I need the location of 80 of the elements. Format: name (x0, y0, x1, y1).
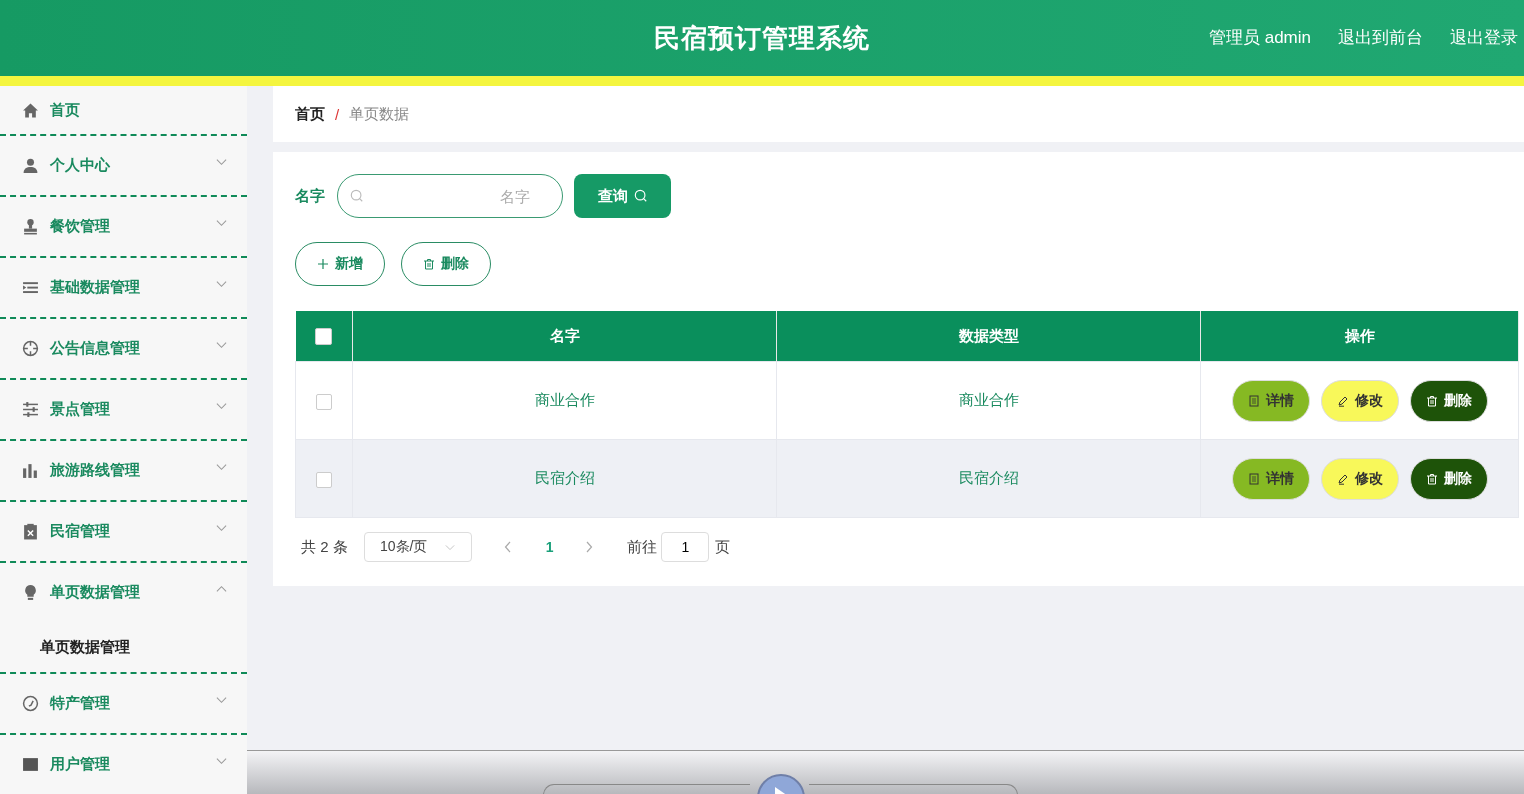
page-input[interactable]: 1 (661, 532, 710, 562)
chevron-icon (216, 695, 227, 704)
field-label: 名字 (295, 186, 325, 206)
search-button[interactable]: 查询 (574, 174, 671, 218)
user-icon (22, 157, 39, 174)
header-link[interactable]: 退出到前台 (1338, 26, 1423, 49)
delete-button[interactable]: 删除 (1409, 457, 1488, 500)
column-header: 数据类型 (958, 326, 1019, 344)
details-button[interactable]: 详情 (1231, 457, 1310, 500)
target-icon (22, 340, 39, 357)
row-checkbox[interactable] (316, 393, 332, 410)
column-header: 操作 (1344, 326, 1375, 344)
trash-icon (423, 258, 435, 270)
bulb-icon (22, 584, 39, 601)
delete-button[interactable]: 删除 (1409, 379, 1488, 422)
add-button[interactable]: 新增 (295, 242, 385, 286)
chevron-icon (216, 401, 227, 410)
submenu-item[interactable]: 单页数据管理 (0, 622, 247, 672)
pencil-icon (1336, 472, 1349, 485)
chevron-icon (216, 218, 227, 227)
stamp-icon (22, 218, 39, 235)
table-cell: 民宿介绍 (958, 469, 1019, 486)
sidebar-item[interactable]: 餐饮管理 (0, 197, 247, 256)
sliders-icon (22, 401, 39, 418)
sidebar-item[interactable]: 用户管理 (0, 735, 247, 794)
breadcrumb-item: 单页数据 (349, 104, 410, 124)
sidebar-item[interactable]: 民宿管理 (0, 502, 247, 561)
breadcrumb-separator: / (335, 105, 340, 123)
search-input[interactable]: 名字 (364, 186, 550, 206)
sidebar-item[interactable]: 特产管理 (0, 674, 247, 733)
chevron-icon (216, 340, 227, 349)
previous-page-icon[interactable] (503, 541, 512, 553)
total-count: 共 2 条 (301, 537, 348, 557)
chevron-icon (216, 279, 227, 288)
document-icon (1247, 394, 1260, 407)
breadcrumb-item[interactable]: 首页 (295, 104, 325, 124)
home-icon (22, 101, 39, 119)
search-icon (633, 189, 648, 203)
sidebar-item[interactable]: 公告信息管理 (0, 319, 247, 378)
trash-icon (1425, 472, 1438, 485)
sidebar-item[interactable]: 首页 (0, 86, 247, 134)
chart-icon (22, 462, 39, 479)
table-cell: 商业合作 (534, 391, 595, 408)
table-cell: 民宿介绍 (534, 469, 595, 486)
column-header: 名字 (549, 326, 580, 344)
page-suffix: 页 (715, 537, 731, 557)
select-all-checkbox[interactable] (315, 328, 333, 346)
chevron-icon (216, 756, 227, 765)
page-number[interactable]: 1 (545, 539, 554, 555)
chevron-icon (216, 584, 227, 593)
pencil-icon (1336, 394, 1349, 407)
plus-icon (317, 258, 329, 270)
header-link[interactable]: 管理员 admin (1208, 26, 1311, 49)
app-title: 民宿预订管理系统 (654, 21, 870, 55)
row-checkbox[interactable] (316, 471, 332, 488)
edit-button[interactable]: 修改 (1320, 379, 1399, 422)
square-icon (22, 756, 39, 773)
sidebar-item[interactable]: 个人中心 (0, 136, 247, 195)
trash-icon (1425, 394, 1438, 407)
chevron-icon (216, 462, 227, 471)
details-button[interactable]: 详情 (1231, 379, 1310, 422)
search-icon (350, 189, 364, 203)
document-icon (1247, 472, 1260, 485)
goto-label: 前往 (627, 537, 658, 557)
chevron-icon (216, 523, 227, 532)
page-size-select[interactable]: 10条/页 (363, 532, 472, 562)
delete-button[interactable]: 删除 (401, 242, 491, 286)
compass-icon (22, 695, 39, 712)
clip-icon (22, 523, 39, 540)
header-link[interactable]: 退出登录 (1450, 26, 1518, 49)
list-icon (22, 279, 39, 296)
sidebar-item[interactable]: 单页数据管理 (0, 563, 247, 622)
edit-button[interactable]: 修改 (1320, 457, 1399, 500)
chevron-icon (445, 543, 456, 551)
sidebar-item[interactable]: 基础数据管理 (0, 258, 247, 317)
table-cell: 商业合作 (958, 391, 1019, 408)
sidebar-item[interactable]: 景点管理 (0, 380, 247, 439)
next-page-icon[interactable] (585, 541, 594, 553)
chevron-icon (216, 157, 227, 166)
sidebar-item[interactable]: 旅游路线管理 (0, 441, 247, 500)
